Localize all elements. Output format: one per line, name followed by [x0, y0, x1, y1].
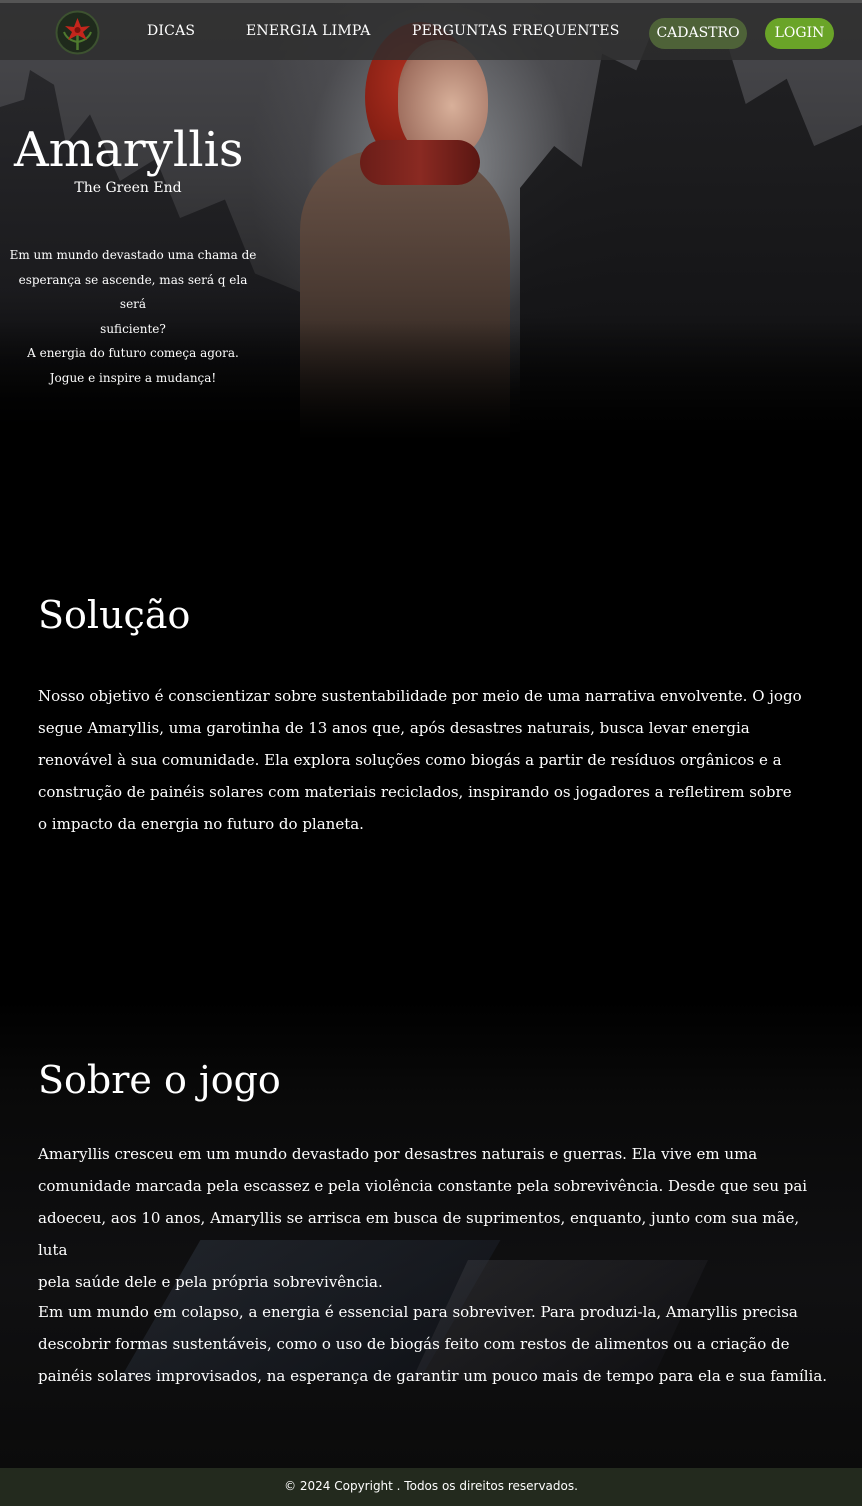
- paragraph-line: Nosso objetivo é conscientizar sobre sus…: [38, 687, 802, 705]
- hero-tagline-line: Em um mundo devastado uma chama de: [9, 248, 257, 262]
- paragraph-line: Em um mundo em colapso, a energia é esse…: [38, 1303, 798, 1321]
- hero-tagline: Em um mundo devastado uma chama de esper…: [8, 243, 258, 390]
- character-scarf: [360, 140, 480, 185]
- hero-tagline-line: Jogue e inspire a mudança!: [49, 370, 217, 385]
- paragraph-line: renovável à sua comunidade. Ela explora …: [38, 751, 782, 769]
- paragraph-line: adoeceu, aos 10 anos, Amaryllis se arris…: [38, 1209, 800, 1259]
- login-button[interactable]: LOGIN: [765, 18, 834, 49]
- paragraph-line: painéis solares improvisados, na esperan…: [38, 1367, 828, 1385]
- nav-link-dicas[interactable]: DICAS: [147, 23, 195, 39]
- copyright-text: © 2024 Copyright . Todos os direitos res…: [284, 1479, 578, 1493]
- top-navigation: DICAS ENERGIA LIMPA PERGUNTAS FREQUENTES…: [0, 0, 862, 60]
- paragraph-line: construção de painéis solares com materi…: [38, 783, 792, 801]
- sobre-title: Sobre o jogo: [38, 1058, 281, 1102]
- paragraph-line: o impacto da energia no futuro do planet…: [38, 815, 364, 833]
- page-footer: © 2024 Copyright . Todos os direitos res…: [0, 1468, 862, 1506]
- sobre-paragraph-2: Em um mundo em colapso, a energia é esse…: [38, 1296, 828, 1392]
- hero-subtitle: The Green End: [74, 180, 182, 196]
- nav-link-energia-limpa[interactable]: ENERGIA LIMPA: [246, 23, 371, 39]
- hero-tagline-line: A energia do futuro começa agora.: [27, 346, 239, 360]
- amaryllis-flower-logo-icon[interactable]: [55, 10, 100, 55]
- solucao-title: Solução: [38, 593, 191, 637]
- nav-link-perguntas-frequentes[interactable]: PERGUNTAS FREQUENTES: [412, 23, 620, 39]
- paragraph-line: Amaryllis cresceu em um mundo devastado …: [38, 1145, 758, 1163]
- solucao-paragraph: Nosso objetivo é conscientizar sobre sus…: [38, 680, 828, 840]
- paragraph-line: segue Amaryllis, uma garotinha de 13 ano…: [38, 719, 750, 737]
- signup-button[interactable]: CADASTRO: [649, 18, 747, 49]
- hero-tagline-line: esperança se ascende, mas será q ela ser…: [18, 272, 248, 312]
- hero-tagline-line: suficiente?: [100, 321, 166, 336]
- hero-title: Amaryllis: [14, 122, 244, 178]
- paragraph-line: descobrir formas sustentáveis, como o us…: [38, 1335, 790, 1353]
- sobre-paragraph-1: Amaryllis cresceu em um mundo devastado …: [38, 1138, 828, 1298]
- paragraph-line: comunidade marcada pela escassez e pela …: [38, 1177, 808, 1195]
- paragraph-line: pela saúde dele e pela própria sobrevivê…: [38, 1273, 383, 1291]
